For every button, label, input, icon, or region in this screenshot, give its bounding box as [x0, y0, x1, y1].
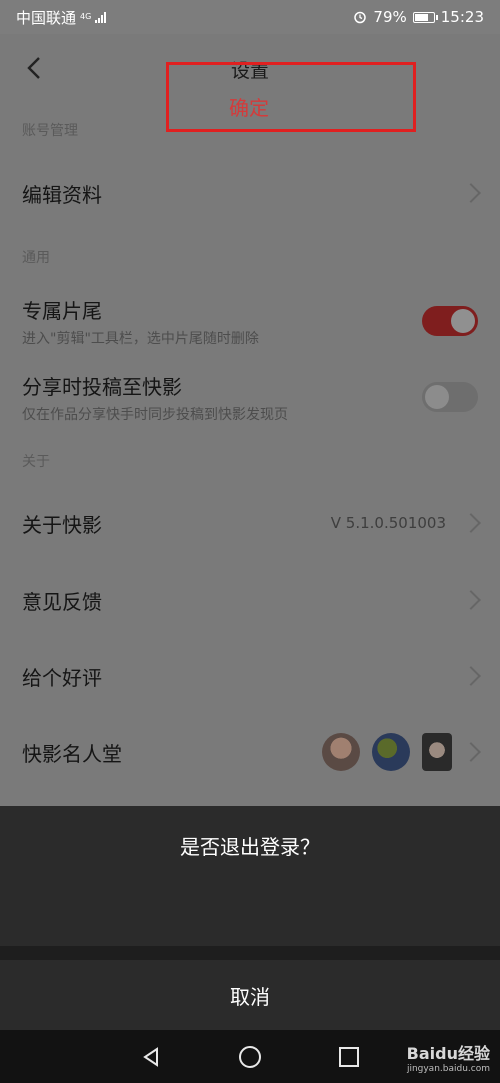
share-post-label: 分享时投稿至快影: [22, 374, 182, 399]
section-label-general: 通用: [22, 250, 50, 266]
exclusive-ending-label: 专属片尾: [22, 298, 102, 323]
share-post-toggle[interactable]: [422, 382, 478, 412]
chevron-right-icon: [461, 513, 481, 533]
alarm-icon: [354, 11, 367, 24]
avatar: [322, 733, 360, 771]
dialog-title: 是否退出登录？: [180, 835, 320, 859]
exclusive-ending-row: 专属片尾 进入"剪辑"工具栏，选中片尾随时删除: [0, 290, 500, 352]
clock: 15:23: [440, 8, 484, 26]
chevron-right-icon: [461, 666, 481, 686]
watermark-url: jingyan.baidu.com: [406, 1064, 490, 1074]
feedback-label: 意见反馈: [22, 589, 102, 614]
section-label-account: 账号管理: [22, 123, 78, 139]
exclusive-ending-description: 进入"剪辑"工具栏，选中片尾随时删除: [22, 330, 259, 347]
battery-percent: 79%: [373, 8, 407, 26]
nav-back-icon[interactable]: [141, 1046, 161, 1067]
signal-icon: [95, 11, 107, 23]
chevron-right-icon: [461, 183, 481, 203]
nav-recent-icon[interactable]: [339, 1046, 359, 1067]
edit-profile-label: 编辑资料: [22, 182, 102, 207]
dialog-divider: [0, 946, 500, 960]
hall-of-fame-row[interactable]: 快影名人堂: [0, 721, 500, 783]
rate-row[interactable]: 给个好评: [0, 645, 500, 707]
chevron-right-icon: [461, 742, 481, 762]
avatar: [422, 733, 452, 771]
hall-of-fame-label: 快影名人堂: [22, 741, 122, 766]
confirm-button[interactable]: 确定: [166, 92, 332, 121]
network-type: 4G: [80, 12, 92, 21]
carrier-name: 中国联通: [16, 8, 77, 27]
share-post-row: 分享时投稿至快影 仅在作品分享快手时同步投稿到快影发现页: [0, 366, 500, 428]
version-text: V 5.1.0.501003: [330, 514, 446, 532]
battery-icon: [412, 11, 438, 23]
watermark-brand: Baidu经验: [406, 1044, 490, 1063]
back-arrow-icon[interactable]: [22, 54, 50, 82]
nav-home-icon[interactable]: [239, 1045, 261, 1068]
feedback-row[interactable]: 意见反馈: [0, 569, 500, 631]
share-post-description: 仅在作品分享快手时同步投稿到快影发现页: [22, 406, 288, 423]
exclusive-ending-toggle[interactable]: [422, 306, 478, 336]
cancel-button[interactable]: 取消: [0, 960, 500, 1030]
chevron-right-icon: [461, 590, 481, 610]
about-app-label: 关于快影: [22, 512, 102, 537]
status-bar: 中国联通 4G 79% 15:23: [0, 0, 500, 34]
about-app-row[interactable]: 关于快影 V 5.1.0.501003: [0, 492, 500, 554]
logout-dialog: 是否退出登录？: [0, 806, 500, 946]
edit-profile-row[interactable]: 编辑资料: [0, 162, 500, 224]
rate-label: 给个好评: [22, 665, 102, 690]
section-label-about: 关于: [22, 454, 50, 470]
avatar: [372, 733, 410, 771]
